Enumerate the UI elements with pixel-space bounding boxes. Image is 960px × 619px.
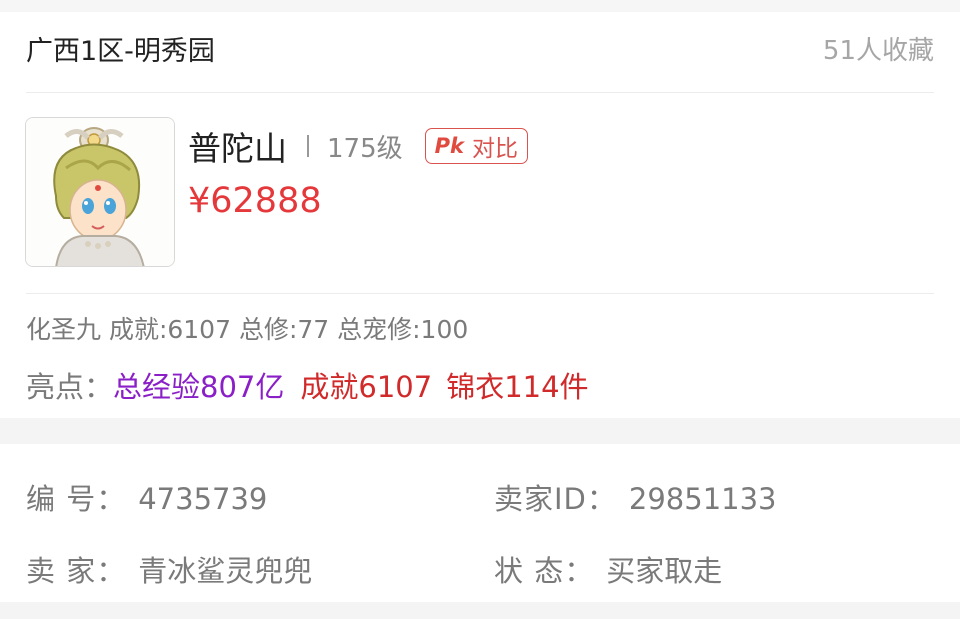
seller: 卖 家： 青冰鲨灵兜兜 bbox=[26, 548, 312, 590]
school-name: 普陀山 bbox=[188, 129, 287, 168]
divider bbox=[26, 293, 934, 294]
separator bbox=[307, 135, 309, 157]
highlight-achievement: 成就6107 bbox=[300, 370, 433, 404]
seller-id-label: 卖家ID： bbox=[494, 482, 617, 516]
seller-id-value: 29851133 bbox=[628, 482, 777, 516]
pk-icon: Pk bbox=[434, 134, 464, 158]
status: 状 态： 买家取走 bbox=[494, 548, 722, 590]
status-value: 买家取走 bbox=[606, 554, 723, 588]
listing-id: 编 号： 4735739 bbox=[26, 476, 267, 518]
price: ¥62888 bbox=[188, 181, 322, 221]
highlights-label: 亮点： bbox=[26, 370, 114, 404]
listing-card[interactable]: 广西1区-明秀园 51人收藏 普陀山 175级 Pk 对比 ¥62888 化圣九… bbox=[0, 0, 960, 418]
character-avatar[interactable] bbox=[25, 117, 175, 267]
seller-id: 卖家ID： 29851133 bbox=[494, 476, 777, 518]
role-line: 普陀山 175级 Pk 对比 bbox=[188, 122, 528, 170]
compare-button[interactable]: Pk 对比 bbox=[424, 128, 528, 164]
highlight-exp: 总经验807亿 bbox=[113, 370, 285, 404]
top-strip bbox=[0, 0, 960, 12]
compare-label: 对比 bbox=[472, 136, 518, 162]
detail-card: 编 号： 4735739 卖家ID： 29851133 卖 家： 青冰鲨灵兜兜 状 态… bbox=[0, 444, 960, 602]
server-name: 广西1区-明秀园 bbox=[26, 35, 215, 67]
highlight-clothing: 锦衣114件 bbox=[446, 370, 589, 404]
seller-value: 青冰鲨灵兜兜 bbox=[138, 554, 313, 588]
favorite-count: 51人收藏 bbox=[822, 35, 934, 66]
status-label: 状 态： bbox=[494, 554, 595, 588]
divider bbox=[26, 92, 934, 93]
server-row: 广西1区-明秀园 51人收藏 bbox=[26, 22, 934, 74]
role-level: 175级 bbox=[327, 133, 403, 164]
role-summary: 化圣九 成就:6107 总修:77 总宠修:100 bbox=[26, 315, 469, 344]
highlights: 亮点： 总经验807亿 成就6107 锦衣114件 bbox=[26, 364, 589, 406]
listing-id-value: 4735739 bbox=[138, 482, 268, 516]
listing-id-label: 编 号： bbox=[26, 482, 127, 516]
seller-label: 卖 家： bbox=[26, 554, 127, 588]
